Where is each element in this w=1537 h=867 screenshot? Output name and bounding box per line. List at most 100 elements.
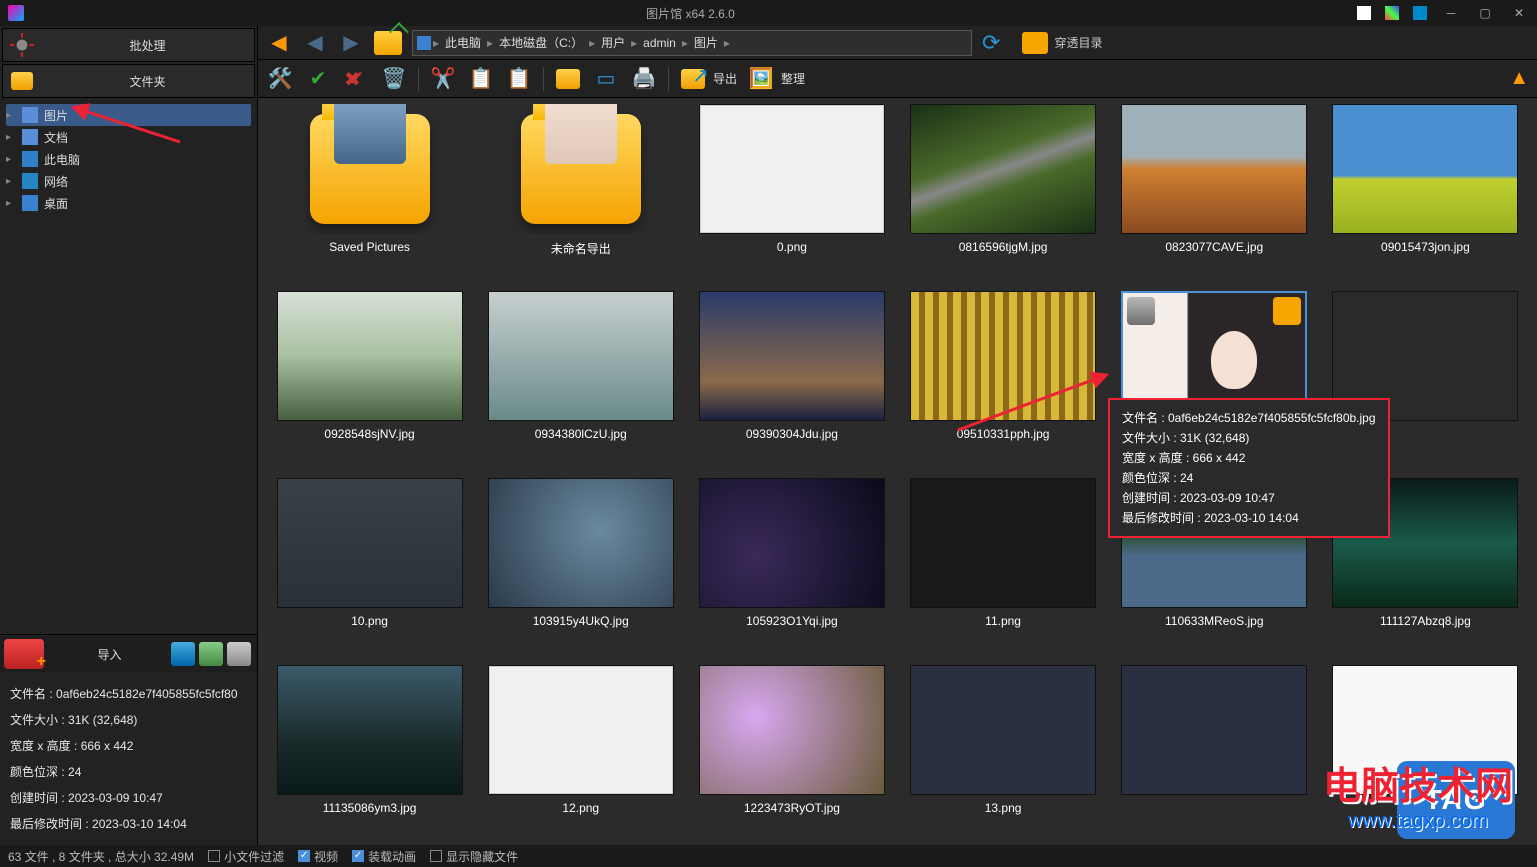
info-dim-label: 宽度 x 高度 xyxy=(10,739,71,753)
arrange-label: 整理 xyxy=(781,70,805,87)
thumb-item[interactable]: 未命名导出 xyxy=(481,104,680,279)
open-folder-icon[interactable] xyxy=(374,31,402,55)
thumb-filename: 09015473jon.jpg xyxy=(1381,240,1470,254)
thumb-item[interactable]: 0928548sjNV.jpg xyxy=(270,291,469,466)
path-seg-4[interactable]: 图片 xyxy=(690,34,722,51)
tooltip-filesize: 文件大小 : 31K (32,648) xyxy=(1122,428,1376,448)
folder-tab-button[interactable]: 文件夹 xyxy=(2,64,255,98)
thumb-item[interactable]: 11135086ym3.jpg xyxy=(270,665,469,840)
tree-node-3[interactable]: ▸网络 xyxy=(6,170,251,192)
tree-node-2[interactable]: ▸此电脑 xyxy=(6,148,251,170)
anim-checkbox[interactable]: ✓装载动画 xyxy=(352,848,416,865)
close-button[interactable]: ✕ xyxy=(1509,3,1529,23)
thumb-filename: 103915y4UkQ.jpg xyxy=(533,614,629,628)
maximize-button[interactable]: ▢ xyxy=(1475,3,1495,23)
thumb-filename: 09510331pph.jpg xyxy=(957,427,1050,441)
deselect-button[interactable]: ✔✖ xyxy=(342,65,370,93)
thumb-item[interactable]: 0816596tjgM.jpg xyxy=(904,104,1103,279)
layout-3-icon[interactable] xyxy=(1413,6,1427,20)
info-panel: 文件名 : 0af6eb24c5182e7f405855fc5fcf80 文件大… xyxy=(0,673,257,845)
thumb-filename: 105923O1Yqi.jpg xyxy=(746,614,838,628)
favorite-add-icon[interactable] xyxy=(4,639,44,669)
penetrate-icon xyxy=(1022,32,1048,54)
thumb-export-icon[interactable] xyxy=(1273,297,1301,325)
thumb-item[interactable]: 0.png xyxy=(692,104,891,279)
refresh-button[interactable]: ⟳ xyxy=(982,30,1000,56)
minimize-button[interactable]: ─ xyxy=(1441,3,1461,23)
delete-button[interactable]: 🗑️ xyxy=(380,65,408,93)
arrange-button[interactable]: 🖼️ xyxy=(747,65,775,93)
tree-node-1[interactable]: ▸文档 xyxy=(6,126,251,148)
path-bar[interactable]: ▸此电脑▸本地磁盘（C:）▸用户▸admin▸图片▸ xyxy=(412,30,972,56)
thumb-item[interactable]: 105923O1Yqi.jpg xyxy=(692,478,891,653)
paste-button[interactable]: 📋 xyxy=(505,65,533,93)
thumb-filename: 13.png xyxy=(985,801,1022,815)
file-tooltip: 文件名 : 0af6eb24c5182e7f405855fc5fcf80b.jp… xyxy=(1108,398,1390,538)
nav-history-button[interactable]: ◀ xyxy=(302,30,328,56)
nav-forward-button[interactable]: ▶ xyxy=(338,30,364,56)
info-size-value: 31K (32,648) xyxy=(68,713,137,727)
select-all-button[interactable]: ✔ xyxy=(304,65,332,93)
toolbar: 🛠️ ✔ ✔✖ 🗑️ ✂️ 📋 📋 ▭ 🖨️ ↗ 导出 🖼️ 整理 ▲ xyxy=(258,60,1537,98)
thumb-item[interactable]: 1223473RyOT.jpg xyxy=(692,665,891,840)
collapse-toolbar-button[interactable]: ▲ xyxy=(1509,67,1529,90)
thumb-item[interactable]: 12.png xyxy=(481,665,680,840)
thumb-item[interactable]: 10.png xyxy=(270,478,469,653)
import-label[interactable]: 导入 xyxy=(48,646,171,663)
info-mtime-value: 2023-03-10 14:04 xyxy=(92,817,187,831)
thumb-filename: 1223473RyOT.jpg xyxy=(744,801,840,815)
rename-button[interactable]: ▭ xyxy=(592,65,620,93)
thumb-item[interactable]: Saved Pictures xyxy=(270,104,469,279)
thumb-item[interactable]: 0823077CAVE.jpg xyxy=(1115,104,1314,279)
tree-node-0[interactable]: ▸图片 xyxy=(6,104,251,126)
tooltip-ctime: 创建时间 : 2023-03-09 10:47 xyxy=(1122,488,1376,508)
tree-node-4[interactable]: ▸桌面 xyxy=(6,192,251,214)
layout-1-icon[interactable] xyxy=(1357,6,1371,20)
copy-button[interactable]: 📋 xyxy=(467,65,495,93)
info-depth-value: 24 xyxy=(68,765,81,779)
path-seg-2[interactable]: 用户 xyxy=(597,34,629,51)
layout-2-icon[interactable] xyxy=(1385,6,1399,20)
import-source-3-icon[interactable] xyxy=(227,642,251,666)
penetrate-dirs-button[interactable]: 穿透目录 xyxy=(1022,32,1102,54)
thumb-item[interactable]: 0934380lCzU.jpg xyxy=(481,291,680,466)
filter-small-checkbox[interactable]: 小文件过滤 xyxy=(208,848,284,865)
thumb-item[interactable]: 09015473jon.jpg xyxy=(1326,104,1525,279)
settings-button[interactable]: 🛠️ xyxy=(266,65,294,93)
thumb-item[interactable]: 11.png xyxy=(904,478,1103,653)
title-bar: 图片馆 x64 2.6.0 ─ ▢ ✕ xyxy=(0,0,1537,26)
tooltip-dim: 宽度 x 高度 : 666 x 442 xyxy=(1122,448,1376,468)
status-summary: 63 文件 , 8 文件夹 , 总大小 32.49M xyxy=(8,848,194,865)
path-seg-0[interactable]: 此电脑 xyxy=(441,34,485,51)
import-source-2-icon[interactable] xyxy=(199,642,223,666)
thumb-filename: 0823077CAVE.jpg xyxy=(1165,240,1263,254)
folder-tree: ▸图片▸文档▸此电脑▸网络▸桌面 xyxy=(0,100,257,218)
thumb-item[interactable]: 09510331pph.jpg xyxy=(904,291,1103,466)
video-checkbox[interactable]: ✓视频 xyxy=(298,848,338,865)
batch-process-button[interactable]: 批处理 xyxy=(2,28,255,62)
import-row: 导入 xyxy=(0,635,257,673)
info-ctime-label: 创建时间 xyxy=(10,791,58,805)
sidebar: 批处理 文件夹 ▸图片▸文档▸此电脑▸网络▸桌面 导入 文件名 : 0af6eb… xyxy=(0,26,258,845)
thumb-gear-icon[interactable] xyxy=(1127,297,1155,325)
export-button[interactable]: ↗ xyxy=(679,65,707,93)
import-source-1-icon[interactable] xyxy=(171,642,195,666)
path-seg-1[interactable]: 本地磁盘（C:） xyxy=(495,34,587,51)
nav-row: ◀ ◀ ▶ ▸此电脑▸本地磁盘（C:）▸用户▸admin▸图片▸ ⟳ 穿透目录 xyxy=(258,26,1537,60)
thumb-filename: Saved Pictures xyxy=(329,240,410,254)
thumb-item[interactable] xyxy=(1115,665,1314,840)
print-button[interactable]: 🖨️ xyxy=(630,65,658,93)
path-seg-3[interactable]: admin xyxy=(639,36,680,50)
thumb-item[interactable]: 09390304Jdu.jpg xyxy=(692,291,891,466)
thumb-filename: 11135086ym3.jpg xyxy=(323,801,417,815)
watermark-line1: 电脑技术网 xyxy=(1323,755,1513,810)
thumb-item[interactable]: 13.png xyxy=(904,665,1103,840)
open-button[interactable] xyxy=(554,65,582,93)
thumb-filename: 0816596tjgM.jpg xyxy=(959,240,1048,254)
thumb-item[interactable]: 103915y4UkQ.jpg xyxy=(481,478,680,653)
thumb-filename: 12.png xyxy=(562,801,599,815)
nav-back-button[interactable]: ◀ xyxy=(266,30,292,56)
tooltip-filename: 文件名 : 0af6eb24c5182e7f405855fc5fcf80b.jp… xyxy=(1122,408,1376,428)
cut-button[interactable]: ✂️ xyxy=(429,65,457,93)
hidden-checkbox[interactable]: 显示隐藏文件 xyxy=(430,848,518,865)
